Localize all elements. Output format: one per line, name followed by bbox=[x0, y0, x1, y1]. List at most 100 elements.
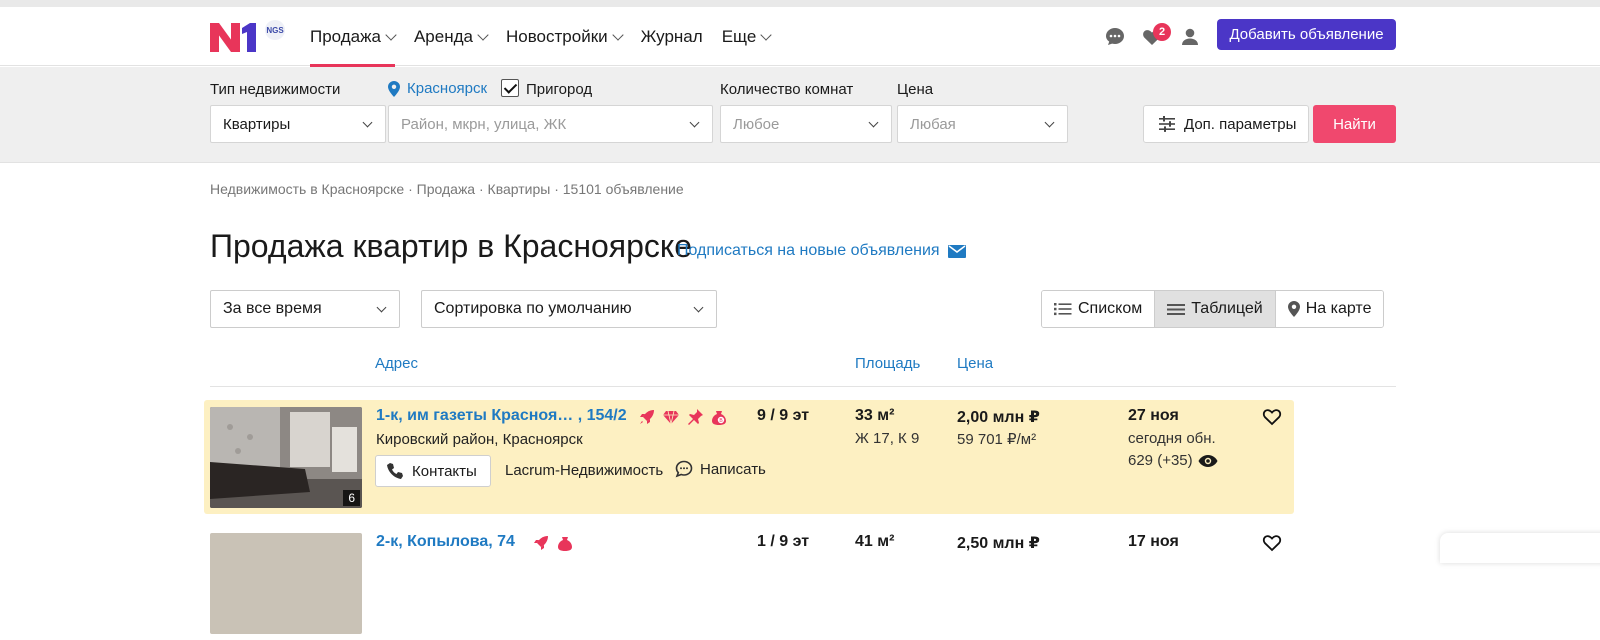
nav-journal-label: Журнал bbox=[640, 26, 703, 46]
sort-select[interactable]: Сортировка по умолчанию bbox=[421, 290, 717, 328]
listing-area: 33 м² bbox=[855, 407, 895, 424]
chevron-down-icon bbox=[385, 28, 397, 41]
eye-icon bbox=[1198, 454, 1218, 467]
nav-more-label: Еще bbox=[721, 26, 757, 46]
write-message-button[interactable]: Написать bbox=[675, 460, 766, 478]
page-title: Продажа квартир в Красноярске bbox=[210, 228, 693, 264]
location-pin-icon bbox=[388, 80, 400, 97]
suburb-checkbox[interactable] bbox=[501, 79, 519, 97]
view-map-label: На карте bbox=[1305, 300, 1372, 317]
chevron-down-icon bbox=[1044, 117, 1055, 128]
view-map-button[interactable]: На карте bbox=[1275, 291, 1384, 327]
top-strip bbox=[0, 0, 1600, 7]
chevron-down-icon bbox=[477, 28, 489, 41]
nav-more[interactable]: Еще bbox=[721, 7, 772, 66]
chevron-down-icon bbox=[868, 117, 879, 128]
property-type-value: Квартиры bbox=[223, 115, 291, 133]
listing-price: 2,50 млн ₽ bbox=[957, 535, 1040, 552]
chevron-down-icon bbox=[760, 28, 772, 41]
subscribe-link-label: Подписаться на новые объявления bbox=[677, 242, 940, 259]
price-select[interactable]: Любая bbox=[897, 105, 1068, 143]
n1-logo[interactable]: NGS bbox=[210, 20, 290, 54]
user-icon[interactable] bbox=[1178, 25, 1202, 49]
more-params-label: Доп. параметры bbox=[1184, 115, 1297, 133]
rooms-value: Любое bbox=[733, 115, 780, 133]
more-params-button[interactable]: Доп. параметры bbox=[1143, 105, 1309, 143]
nav-sale[interactable]: Продажа bbox=[310, 7, 397, 67]
subscribe-link[interactable]: Подписаться на новые объявления bbox=[677, 242, 966, 260]
view-list-label: Списком bbox=[1078, 300, 1143, 317]
photo-count: 6 bbox=[343, 490, 360, 506]
rooms-label: Количество комнат bbox=[720, 81, 854, 98]
listing-row[interactable]: 2-к, Копылова, 74 1 / 9 эт 41 м² 2,50 мл… bbox=[204, 526, 1294, 640]
contacts-button[interactable]: Контакты bbox=[375, 455, 491, 487]
add-listing-button[interactable]: Добавить объявление bbox=[1217, 19, 1396, 50]
favorite-heart-icon[interactable] bbox=[1262, 534, 1282, 552]
ngs-logo-text: NGS bbox=[266, 26, 284, 35]
premium-bag-icon: B bbox=[712, 411, 726, 425]
diamond-icon bbox=[663, 410, 679, 425]
listing-floor: 9 / 9 эт bbox=[757, 407, 810, 424]
nav-journal[interactable]: Журнал bbox=[641, 7, 703, 66]
chat-widget[interactable] bbox=[1440, 533, 1600, 563]
view-mode-toggle: Списком Таблицей На карте bbox=[1041, 290, 1385, 328]
chevron-down-icon bbox=[376, 302, 387, 313]
price-filter-value: Любая bbox=[910, 115, 956, 133]
listing-updated: сегодня обн. bbox=[1128, 430, 1216, 447]
listing-price-per-m2: 59 701 ₽/м² bbox=[957, 431, 1037, 448]
breadcrumb[interactable]: Недвижимость в Красноярске · Продажа · К… bbox=[210, 181, 684, 197]
nav-new-buildings-label: Новостройки bbox=[505, 26, 608, 46]
phone-icon bbox=[387, 463, 403, 479]
chevron-down-icon bbox=[693, 302, 704, 313]
property-type-label: Тип недвижимости bbox=[210, 81, 341, 98]
chat-icon[interactable] bbox=[1103, 25, 1127, 49]
listing-badges: B bbox=[638, 408, 728, 426]
listing-district: Кировский район, Красноярск bbox=[376, 431, 583, 448]
column-header-area[interactable]: Площадь bbox=[855, 355, 920, 372]
city-selector[interactable]: Красноярск bbox=[388, 80, 487, 97]
listing-title-link[interactable]: 2-к, Копылова, 74 bbox=[376, 533, 515, 551]
listing-price: 2,00 млн ₽ bbox=[957, 409, 1040, 426]
listing-photo[interactable]: 6 bbox=[210, 407, 362, 508]
agency-link[interactable]: Lacrum-Недвижимость bbox=[505, 462, 663, 479]
nav-rent[interactable]: Аренда bbox=[414, 7, 489, 66]
period-value: За все время bbox=[223, 300, 322, 317]
listing-date: 27 ноя bbox=[1128, 407, 1179, 424]
location-search-input[interactable]: Район, мкрн, улица, ЖК bbox=[388, 105, 713, 143]
period-select[interactable]: За все время bbox=[210, 290, 400, 328]
suburb-label: Пригород bbox=[526, 81, 593, 98]
rooms-select[interactable]: Любое bbox=[720, 105, 892, 143]
city-name: Красноярск bbox=[407, 80, 488, 97]
envelope-icon bbox=[947, 244, 966, 258]
column-header-address[interactable]: Адрес bbox=[375, 355, 418, 372]
listing-area-details: Ж 17, К 9 bbox=[855, 430, 920, 447]
listing-row[interactable]: 6 1-к, им газеты Красноя… , 154/2 B 9 / … bbox=[204, 400, 1294, 514]
favorite-heart-icon[interactable] bbox=[1262, 408, 1282, 426]
chevron-down-icon bbox=[611, 28, 624, 41]
nav-new-buildings[interactable]: Новостройки bbox=[505, 7, 624, 66]
price-filter-label: Цена bbox=[897, 81, 934, 98]
listing-date: 17 ноя bbox=[1128, 533, 1179, 550]
table-rows-icon bbox=[1167, 304, 1186, 315]
favorites-count-badge: 2 bbox=[1153, 23, 1171, 41]
property-type-select[interactable]: Квартиры bbox=[210, 105, 386, 143]
listing-photo[interactable] bbox=[210, 533, 362, 634]
message-bubble-icon bbox=[675, 460, 693, 478]
premium-bag-icon bbox=[558, 537, 572, 551]
contacts-button-label: Контакты bbox=[412, 462, 477, 480]
rocket-icon bbox=[640, 410, 654, 424]
list-icon bbox=[1054, 303, 1072, 316]
header-divider bbox=[210, 386, 1396, 387]
column-header-price[interactable]: Цена bbox=[957, 355, 993, 372]
views-count: 629 (+35) bbox=[1128, 452, 1193, 469]
sliders-icon bbox=[1159, 116, 1175, 132]
listing-area: 41 м² bbox=[855, 533, 895, 550]
sort-value: Сортировка по умолчанию bbox=[434, 300, 632, 317]
map-pin-icon bbox=[1287, 301, 1300, 317]
listing-title-link[interactable]: 1-к, им газеты Красноя… , 154/2 bbox=[376, 407, 627, 425]
site-header: NGS Продажа Аренда Новостройки Журнал Ещ… bbox=[0, 7, 1600, 67]
view-list-button[interactable]: Списком bbox=[1042, 291, 1156, 327]
pin-promo-icon bbox=[688, 409, 703, 425]
find-button[interactable]: Найти bbox=[1313, 105, 1396, 143]
view-table-button[interactable]: Таблицей bbox=[1155, 291, 1276, 327]
